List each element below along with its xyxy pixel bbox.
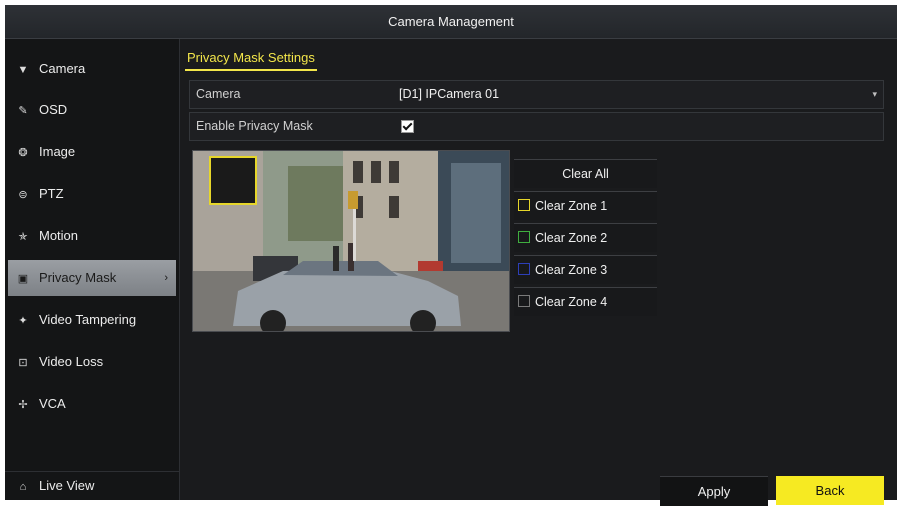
sidebar-item-privacy-mask[interactable]: ▣ Privacy Mask › <box>8 260 176 296</box>
sidebar-item-ptz[interactable]: ⊜ PTZ <box>5 176 179 212</box>
sidebar-item-motion[interactable]: ✯ Motion <box>5 218 179 254</box>
clear-zone-label: Clear Zone 3 <box>535 263 608 277</box>
sidebar-item-label: Video Tampering <box>39 312 137 327</box>
sidebar-item-label: VCA <box>39 396 66 411</box>
vca-icon: ✢ <box>18 399 28 411</box>
ptz-icon: ⊜ <box>18 189 28 201</box>
sidebar-item-image[interactable]: ❂ Image <box>5 134 179 170</box>
sidebar-item-camera[interactable]: ▼ Camera <box>5 51 179 87</box>
clear-zone-3-button[interactable]: Clear Zone 3 <box>514 255 657 284</box>
zone-2-color-swatch <box>518 231 530 243</box>
sidebar-item-vca[interactable]: ✢ VCA <box>5 386 179 422</box>
zone-3-color-swatch <box>518 263 530 275</box>
clear-zone-1-button[interactable]: Clear Zone 1 <box>514 191 657 220</box>
chevron-right-icon: › <box>164 272 168 284</box>
image-icon: ❂ <box>18 147 28 159</box>
camera-label: Camera <box>196 87 241 101</box>
apply-button[interactable]: Apply <box>660 476 768 506</box>
clear-zone-label: Clear Zone 1 <box>535 199 608 213</box>
live-view-button[interactable]: ⌂ Live View <box>5 471 179 500</box>
back-button[interactable]: Back <box>776 476 884 505</box>
sidebar-item-video-tampering[interactable]: ✦ Video Tampering <box>5 302 179 338</box>
enable-privacy-mask-label: Enable Privacy Mask <box>196 119 313 133</box>
window-title: Camera Management <box>5 5 897 39</box>
home-icon: ⌂ <box>19 481 27 493</box>
sidebar-item-label: Camera <box>39 61 86 76</box>
sidebar: ▼ Camera ✎ OSD ❂ Image ⊜ PTZ ✯ Motion ▣ Privac… <box>5 39 180 500</box>
camera-select[interactable]: Camera [D1] IPCamera 01 ▾ <box>189 80 884 109</box>
sidebar-item-label: OSD <box>39 102 68 117</box>
sidebar-item-label: Privacy Mask <box>39 270 117 285</box>
sidebar-item-label: Motion <box>39 228 79 243</box>
tab-privacy-mask-settings[interactable]: Privacy Mask Settings <box>185 47 317 71</box>
camera-icon: ▼ <box>17 64 29 76</box>
zone-4-color-swatch <box>518 295 530 307</box>
osd-icon: ✎ <box>18 105 28 117</box>
camera-value: [D1] IPCamera 01 <box>399 87 500 101</box>
clear-zone-4-button[interactable]: Clear Zone 4 <box>514 287 657 316</box>
video-tampering-icon: ✦ <box>18 315 28 327</box>
sidebar-item-label: PTZ <box>39 186 64 201</box>
video-loss-icon: ⊡ <box>18 357 28 369</box>
chevron-down-icon: ▾ <box>872 89 877 99</box>
clear-zone-label: Clear Zone 4 <box>535 295 608 309</box>
camera-preview[interactable] <box>192 150 510 332</box>
enable-privacy-mask-row: Enable Privacy Mask <box>189 112 884 141</box>
clear-all-button[interactable]: Clear All <box>514 159 657 188</box>
sidebar-item-osd[interactable]: ✎ OSD <box>5 92 179 128</box>
sidebar-item-label: Video Loss <box>39 354 104 369</box>
enable-privacy-mask-checkbox[interactable] <box>401 120 414 133</box>
zone-1-color-swatch <box>518 199 530 211</box>
sidebar-item-label: Image <box>39 144 76 159</box>
privacy-mask-icon: ▣ <box>17 273 29 285</box>
camera-management-window: Camera Management ▼ Camera ✎ OSD ❂ Image ⊜ P… <box>5 5 897 506</box>
clear-zone-label: Clear Zone 2 <box>535 231 608 245</box>
main-panel: Privacy Mask Settings Camera [D1] IPCame… <box>181 39 897 506</box>
clear-zone-2-button[interactable]: Clear Zone 2 <box>514 223 657 252</box>
live-view-label: Live View <box>39 478 95 493</box>
street-scene-image <box>193 151 509 331</box>
motion-icon: ✯ <box>18 231 28 243</box>
sidebar-item-video-loss[interactable]: ⊡ Video Loss <box>5 344 179 380</box>
